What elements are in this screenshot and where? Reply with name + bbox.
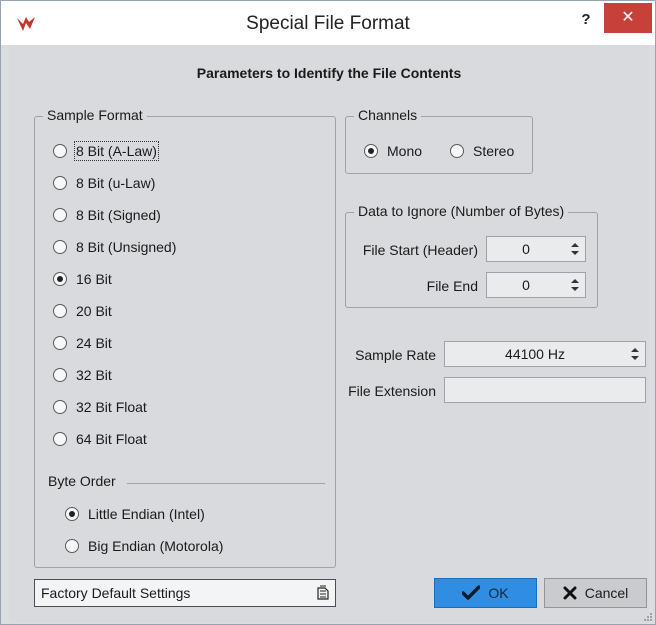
channel-option-stereo[interactable]: Stereo <box>450 143 514 159</box>
radio-button[interactable] <box>53 336 67 350</box>
sample-format-group: Sample Format 8 Bit (A-Law) 8 Bit (u-Law… <box>34 107 336 568</box>
option-label: 8 Bit (A-Law) <box>74 141 159 161</box>
option-label: Big Endian (Motorola) <box>88 538 224 554</box>
spin-arrows[interactable] <box>565 273 585 297</box>
sample-format-option[interactable]: 24 Bit <box>53 335 112 351</box>
channels-legend: Channels <box>354 107 422 123</box>
page-title: Parameters to Identify the File Contents <box>196 65 462 81</box>
file-extension-label: File Extension <box>348 383 436 399</box>
presets-label: Factory Default Settings <box>41 585 191 601</box>
checkmark-icon <box>462 585 481 600</box>
radio-button[interactable] <box>53 240 67 254</box>
file-start-label: File Start (Header) <box>362 242 478 258</box>
spin-down-icon[interactable] <box>571 287 579 291</box>
presets-menu-icon[interactable] <box>317 585 329 600</box>
sample-format-option[interactable]: 20 Bit <box>53 303 112 319</box>
spin-arrows[interactable] <box>565 237 585 261</box>
sample-format-legend: Sample Format <box>43 107 147 123</box>
option-label: 16 Bit <box>76 271 112 287</box>
title-bar: Special File Format ? ✕ <box>1 1 655 45</box>
radio-button[interactable] <box>53 176 67 190</box>
cancel-label: Cancel <box>584 585 629 601</box>
option-label: 8 Bit (Signed) <box>76 207 161 223</box>
ok-button[interactable]: OK <box>434 578 537 608</box>
dialog-window: Special File Format ? ✕ Parameters to Id… <box>0 0 656 625</box>
channels-group: Channels Mono Stereo <box>345 107 533 174</box>
file-extension-input[interactable] <box>444 377 646 403</box>
sample-format-option[interactable]: 16 Bit <box>53 271 112 287</box>
option-label: 32 Bit <box>76 367 112 383</box>
option-label: 32 Bit Float <box>76 399 147 415</box>
spin-down-icon[interactable] <box>631 356 639 360</box>
option-label: Little Endian (Intel) <box>88 506 205 522</box>
file-end-spinbox[interactable]: 0 <box>486 272 586 298</box>
help-button[interactable]: ? <box>575 9 597 31</box>
radio-button[interactable] <box>450 144 464 158</box>
byte-order-option[interactable]: Little Endian (Intel) <box>65 506 205 522</box>
data-to-ignore-legend: Data to Ignore (Number of Bytes) <box>354 203 569 219</box>
radio-button[interactable] <box>53 144 67 158</box>
dialog-body: Parameters to Identify the File Contents… <box>9 45 649 623</box>
sample-rate-spinbox[interactable]: 44100 Hz <box>444 341 646 367</box>
cancel-button[interactable]: Cancel <box>544 578 647 608</box>
option-label: 20 Bit <box>76 303 112 319</box>
sample-format-option[interactable]: 8 Bit (A-Law) <box>53 141 159 161</box>
close-x-icon <box>563 586 577 600</box>
radio-button-selected[interactable] <box>364 144 378 158</box>
close-button[interactable]: ✕ <box>604 3 652 33</box>
presets-box[interactable]: Factory Default Settings <box>34 579 336 607</box>
spin-value: 0 <box>522 241 530 257</box>
radio-button[interactable] <box>53 432 67 446</box>
sample-format-option[interactable]: 8 Bit (Signed) <box>53 207 161 223</box>
window-title: Special File Format <box>246 13 410 34</box>
option-label: 8 Bit (Unsigned) <box>76 239 177 255</box>
spin-value: 0 <box>522 277 530 293</box>
ok-label: OK <box>488 585 509 601</box>
sample-format-option[interactable]: 32 Bit Float <box>53 399 147 415</box>
option-label: Stereo <box>473 143 515 159</box>
option-label: Mono <box>387 143 423 159</box>
file-end-label: File End <box>426 278 478 294</box>
spin-up-icon[interactable] <box>571 243 579 247</box>
channel-option-mono[interactable]: Mono <box>364 143 422 159</box>
spin-down-icon[interactable] <box>571 251 579 255</box>
option-label: 64 Bit Float <box>76 431 147 447</box>
radio-button[interactable] <box>65 539 79 553</box>
resize-grip-icon[interactable] <box>643 612 653 622</box>
sample-format-option[interactable]: 32 Bit <box>53 367 112 383</box>
radio-button[interactable] <box>53 400 67 414</box>
sample-format-option[interactable]: 8 Bit (Unsigned) <box>53 239 176 255</box>
radio-button[interactable] <box>53 368 67 382</box>
radio-button-selected[interactable] <box>53 272 67 286</box>
spin-up-icon[interactable] <box>631 348 639 352</box>
radio-button[interactable] <box>53 208 67 222</box>
spin-value: 44100 Hz <box>505 346 565 362</box>
sample-format-option[interactable]: 8 Bit (u-Law) <box>53 175 155 191</box>
radio-button[interactable] <box>53 304 67 318</box>
sample-format-option[interactable]: 64 Bit Float <box>53 431 147 447</box>
data-to-ignore-group: Data to Ignore (Number of Bytes) File St… <box>345 203 598 308</box>
file-start-spinbox[interactable]: 0 <box>486 236 586 262</box>
byte-order-divider <box>127 483 325 484</box>
spin-up-icon[interactable] <box>571 279 579 283</box>
byte-order-option[interactable]: Big Endian (Motorola) <box>65 538 223 554</box>
sample-rate-label: Sample Rate <box>355 347 436 363</box>
radio-button-selected[interactable] <box>65 507 79 521</box>
option-label: 8 Bit (u-Law) <box>76 175 156 191</box>
option-label: 24 Bit <box>76 335 112 351</box>
spin-arrows[interactable] <box>625 342 645 366</box>
byte-order-label: Byte Order <box>48 473 116 489</box>
